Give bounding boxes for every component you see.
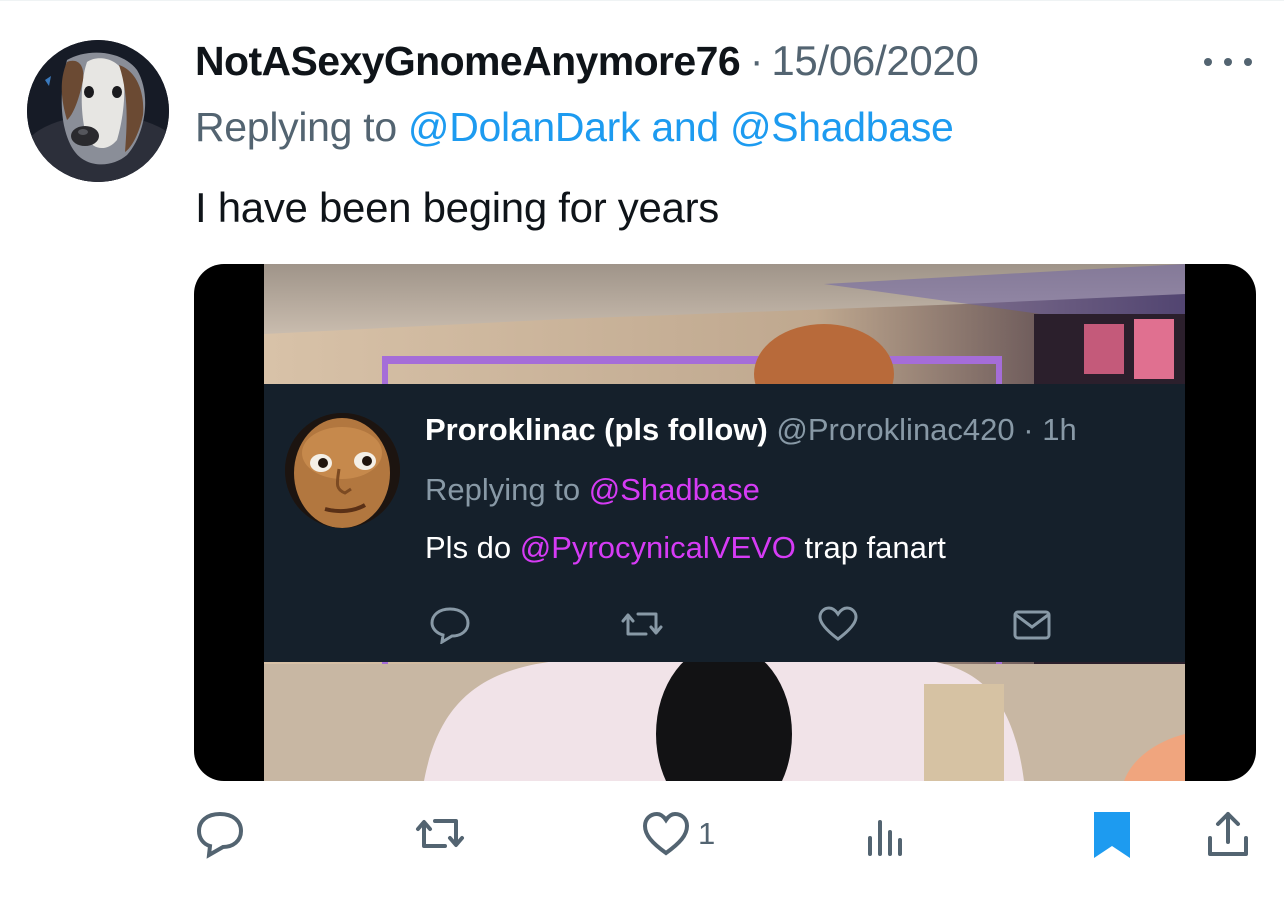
top-divider bbox=[0, 0, 1284, 1]
embedded-text-after: trap fanart bbox=[804, 530, 946, 565]
reply-mention-dolandark[interactable]: @DolanDark bbox=[408, 104, 641, 150]
embedded-author-handle: @Proroklinac420 bbox=[776, 412, 1015, 447]
bookmark-icon bbox=[1094, 812, 1130, 858]
like-count: 1 bbox=[698, 816, 716, 851]
more-dot bbox=[1204, 58, 1212, 66]
embedded-tweet-text: Pls do @PyrocynicalVEVO trap fanart bbox=[425, 530, 946, 566]
reply-conjunction: and bbox=[651, 104, 719, 150]
replying-to-label: Replying to bbox=[195, 104, 397, 150]
embedded-replying-line: Replying to @Shadbase bbox=[425, 472, 760, 508]
embedded-author-avatar bbox=[285, 413, 400, 528]
embedded-separator: · bbox=[1023, 412, 1034, 447]
reply-button[interactable] bbox=[194, 806, 246, 862]
embedded-text-before: Pls do bbox=[425, 530, 512, 565]
reply-mention-shadbase[interactable]: @Shadbase bbox=[730, 104, 954, 150]
embedded-author-name: Proroklinac (pls follow) bbox=[425, 412, 768, 447]
header-separator: · bbox=[750, 38, 764, 83]
embedded-retweet-icon bbox=[620, 604, 664, 644]
embedded-reply-mention: @Shadbase bbox=[588, 472, 760, 507]
replying-to-line: Replying to @DolanDark and @Shadbase bbox=[195, 104, 954, 151]
dog-avatar-image bbox=[27, 40, 169, 182]
face-avatar-image bbox=[285, 413, 400, 528]
embedded-reply-icon bbox=[428, 604, 472, 644]
views-button[interactable] bbox=[858, 806, 910, 862]
share-button[interactable] bbox=[1202, 806, 1254, 862]
tweet-media[interactable]: Proroklinac (pls follow) @Proroklinac420… bbox=[194, 264, 1256, 781]
embedded-text-mention: @PyrocynicalVEVO bbox=[519, 530, 796, 565]
analytics-icon bbox=[868, 820, 902, 856]
reply-icon bbox=[196, 811, 244, 859]
embedded-replying-label: Replying to bbox=[425, 472, 581, 507]
tweet-date[interactable]: 15/06/2020 bbox=[771, 37, 979, 85]
author-avatar[interactable] bbox=[27, 40, 169, 182]
bookmark-button[interactable] bbox=[1086, 806, 1138, 862]
more-dot bbox=[1244, 58, 1252, 66]
embedded-time: 1h bbox=[1042, 412, 1077, 447]
embedded-tweet: Proroklinac (pls follow) @Proroklinac420… bbox=[264, 384, 1185, 662]
embedded-header: Proroklinac (pls follow) @Proroklinac420… bbox=[425, 412, 1077, 448]
share-icon bbox=[1208, 812, 1248, 856]
more-options-icon[interactable] bbox=[1204, 50, 1252, 74]
more-dot bbox=[1224, 58, 1232, 66]
retweet-icon bbox=[416, 819, 464, 848]
embedded-like-icon bbox=[816, 604, 860, 644]
heart-icon bbox=[642, 811, 690, 856]
embedded-message-icon bbox=[1010, 604, 1054, 644]
author-name[interactable]: NotASexyGnomeAnymore76 bbox=[195, 38, 741, 85]
tweet-text: I have been beging for years bbox=[195, 184, 719, 231]
tweet-actions: 1 bbox=[0, 806, 1284, 866]
like-button[interactable]: 1 bbox=[640, 806, 715, 862]
retweet-button[interactable] bbox=[414, 806, 466, 862]
tweet-header: NotASexyGnomeAnymore76 · 15/06/2020 bbox=[195, 36, 979, 86]
